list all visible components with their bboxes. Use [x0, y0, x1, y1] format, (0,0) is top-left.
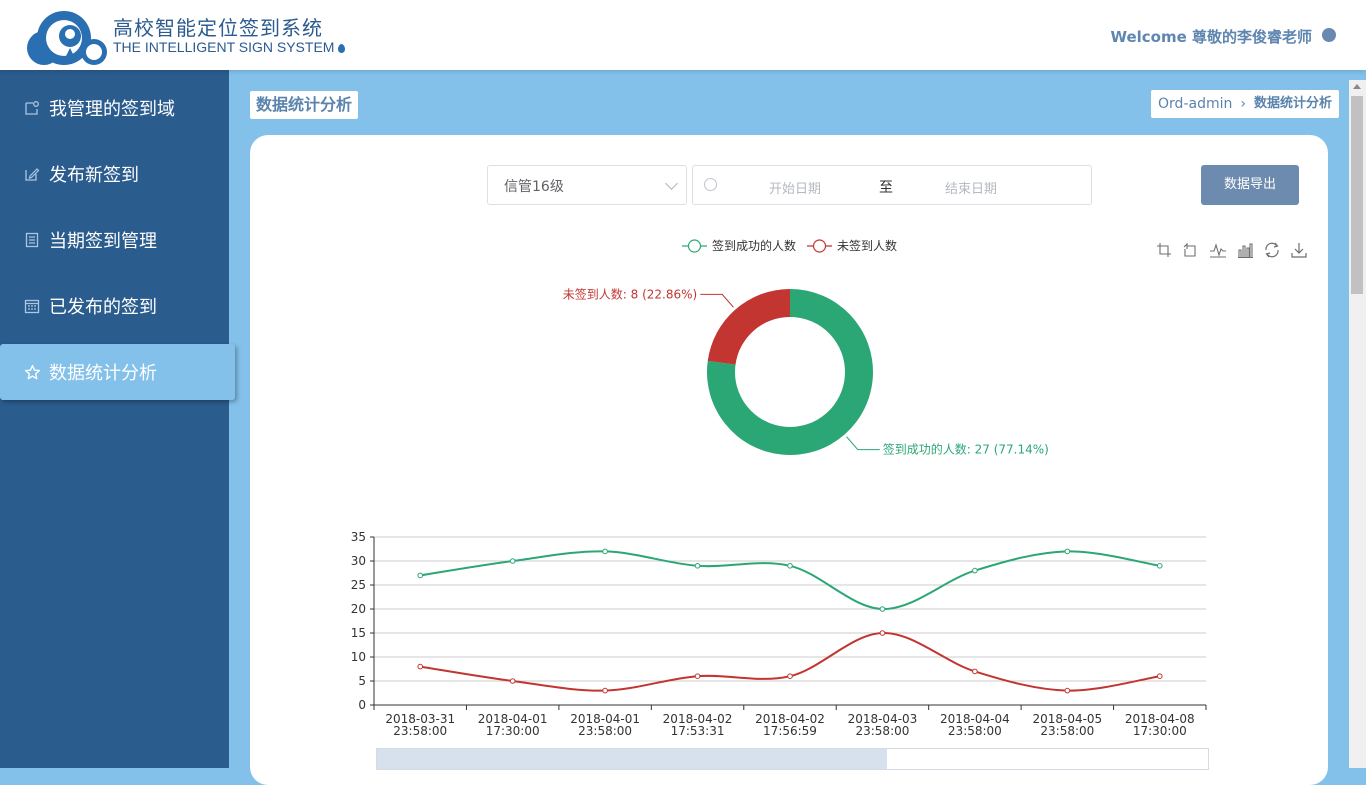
- x-tick-label-line: 23:58:00: [948, 724, 1002, 738]
- sidebar-item-label: 已发布的签到: [49, 297, 157, 318]
- data-point-1-3: [694, 673, 701, 680]
- welcome-text: Welcome 尊敬的李俊睿老师: [1110, 28, 1312, 46]
- legend-marker-0: [687, 239, 702, 253]
- data-point-0-3: [694, 563, 701, 569]
- app-subtitle: THE INTELLIGENT SIGN SYSTEM: [113, 39, 346, 55]
- user-avatar-icon[interactable]: [1322, 28, 1336, 42]
- data-point-1-2: [602, 687, 608, 694]
- x-tick-label-line: 17:30:00: [486, 724, 540, 738]
- date-range-picker[interactable]: 开始日期 至 结束日期: [692, 165, 1092, 205]
- cloud-location-logo-icon: [27, 11, 107, 65]
- x-tick-label-line: 23:58:00: [393, 724, 447, 738]
- y-tick-label-5: 25: [351, 578, 366, 592]
- calendar-icon: [23, 297, 41, 315]
- pie-label-line-0: [846, 436, 880, 451]
- x-tick-label-7: 2018-04-05 23:58:00: [1032, 712, 1102, 738]
- x-tick-label-4: 2018-04-02 17:56:59: [755, 712, 825, 738]
- x-tick-label-line: 23:58:00: [578, 724, 632, 738]
- data-point-1-4: [787, 673, 793, 680]
- data-point-1-7: [1064, 687, 1071, 694]
- scrollbar[interactable]: [1349, 80, 1366, 768]
- y-tick-label-3: 15: [351, 626, 366, 640]
- statistics-charts: 签到成功的人数 未签到人数签到成功的人数: 27 (77.14%) 未签到人数: 8…: [351, 238, 1207, 738]
- sidebar: 我管理的签到域 发布新签到 当期签到管理 已发布的签到 数据统计分析: [0, 70, 235, 768]
- y-tick-label-2: 10: [351, 650, 366, 664]
- data-point-0-4: [787, 563, 793, 569]
- x-tick-label-5: 2018-04-03 23:58:00: [848, 712, 918, 738]
- data-point-1-6: [972, 668, 978, 675]
- range-separator: 至: [879, 180, 893, 196]
- end-date-input[interactable]: 结束日期: [945, 178, 997, 197]
- data-point-0-0: [417, 572, 424, 579]
- pie-slice-1: [707, 289, 790, 365]
- sidebar-item-statistics[interactable]: 数据统计分析: [0, 344, 235, 400]
- chevron-right-icon: ›: [1240, 96, 1246, 112]
- clock-icon: [704, 178, 717, 191]
- pin-icon: [338, 43, 346, 53]
- class-select-value: 信管16级: [504, 179, 564, 195]
- pie-label-line-1: [700, 293, 734, 308]
- x-tick-label-line: 17:30:00: [1133, 724, 1187, 738]
- breadcrumb: Ord-admin › 数据统计分析: [1151, 90, 1339, 118]
- sidebar-item-published[interactable]: 已发布的签到: [0, 278, 229, 334]
- y-tick-label-7: 35: [351, 530, 366, 544]
- x-tick-label-3: 2018-04-02 17:53:31: [663, 712, 733, 738]
- data-point-1-0: [417, 663, 424, 670]
- data-point-0-7: [1064, 548, 1071, 555]
- export-button[interactable]: 数据导出: [1201, 165, 1299, 205]
- data-point-1-1: [509, 678, 516, 684]
- app-header: 高校智能定位签到系统 THE INTELLIGENT SIGN SYSTEM W…: [0, 0, 1366, 70]
- data-point-0-5: [879, 606, 886, 612]
- edit-icon: [23, 165, 41, 183]
- x-tick-label-6: 2018-04-04 23:58:00: [940, 712, 1010, 738]
- data-zoom-slider[interactable]: [376, 748, 1209, 770]
- sidebar-item-label: 我管理的签到域: [49, 99, 175, 120]
- location-domain-icon: [23, 99, 41, 117]
- sidebar-item-current-manage[interactable]: 当期签到管理: [0, 212, 229, 268]
- sidebar-item-my-domains[interactable]: 我管理的签到域: [0, 80, 229, 136]
- x-tick-label-0: 2018-03-31 23:58:00: [385, 712, 455, 738]
- data-point-0-2: [602, 548, 608, 555]
- pie-label-1: 未签到人数: 8 (22.86%): [563, 286, 697, 301]
- data-point-0-1: [509, 558, 516, 564]
- star-icon: [23, 363, 41, 381]
- x-tick-label-2: 2018-04-01 23:58:00: [570, 712, 640, 738]
- breadcrumb-home-link[interactable]: Ord-admin: [1158, 90, 1232, 118]
- x-tick-label-line: 17:56:59: [763, 724, 817, 738]
- data-point-1-8: [1156, 673, 1163, 680]
- page-title: 数据统计分析: [250, 91, 359, 119]
- y-tick-label-6: 30: [351, 554, 366, 568]
- x-tick-label-8: 2018-04-08 17:30:00: [1125, 712, 1195, 738]
- pie-label-0: 签到成功的人数: 27 (77.14%): [883, 442, 1049, 457]
- y-tick-label-0: 0: [358, 698, 366, 712]
- data-point-0-8: [1156, 563, 1163, 569]
- app-subtitle-text: THE INTELLIGENT SIGN SYSTEM: [113, 39, 335, 55]
- list-icon: [23, 231, 41, 249]
- breadcrumb-current: 数据统计分析: [1253, 96, 1332, 111]
- legend-label-0: 签到成功的人数: [712, 238, 796, 253]
- series-line-0: [420, 550, 1160, 611]
- sidebar-item-label: 数据统计分析: [49, 363, 157, 384]
- x-tick-label-1: 2018-04-01 17:30:00: [478, 712, 548, 738]
- y-tick-label-1: 5: [358, 674, 366, 688]
- sidebar-item-label: 发布新签到: [49, 165, 139, 186]
- x-tick-label-line: 23:58:00: [1040, 724, 1094, 738]
- scroll-up-arrow-icon[interactable]: [1353, 84, 1361, 89]
- y-tick-label-4: 20: [351, 602, 366, 616]
- legend-label-1: 未签到人数: [837, 238, 897, 253]
- x-tick-label-line: 23:58:00: [855, 724, 909, 738]
- sidebar-item-label: 当期签到管理: [49, 231, 157, 252]
- data-point-1-5: [879, 630, 886, 636]
- data-zoom-selection[interactable]: [377, 749, 887, 769]
- series-line-1: [420, 631, 1160, 692]
- sidebar-item-publish-new[interactable]: 发布新签到: [0, 146, 229, 202]
- legend-marker-1: [812, 239, 827, 253]
- data-point-0-6: [972, 567, 978, 574]
- app-title: 高校智能定位签到系统: [113, 16, 323, 40]
- scrollbar-thumb[interactable]: [1351, 96, 1363, 294]
- x-tick-label-line: 17:53:31: [671, 724, 725, 738]
- class-select[interactable]: 信管16级: [487, 165, 687, 205]
- chevron-down-icon: [665, 177, 678, 190]
- start-date-input[interactable]: 开始日期: [769, 178, 821, 197]
